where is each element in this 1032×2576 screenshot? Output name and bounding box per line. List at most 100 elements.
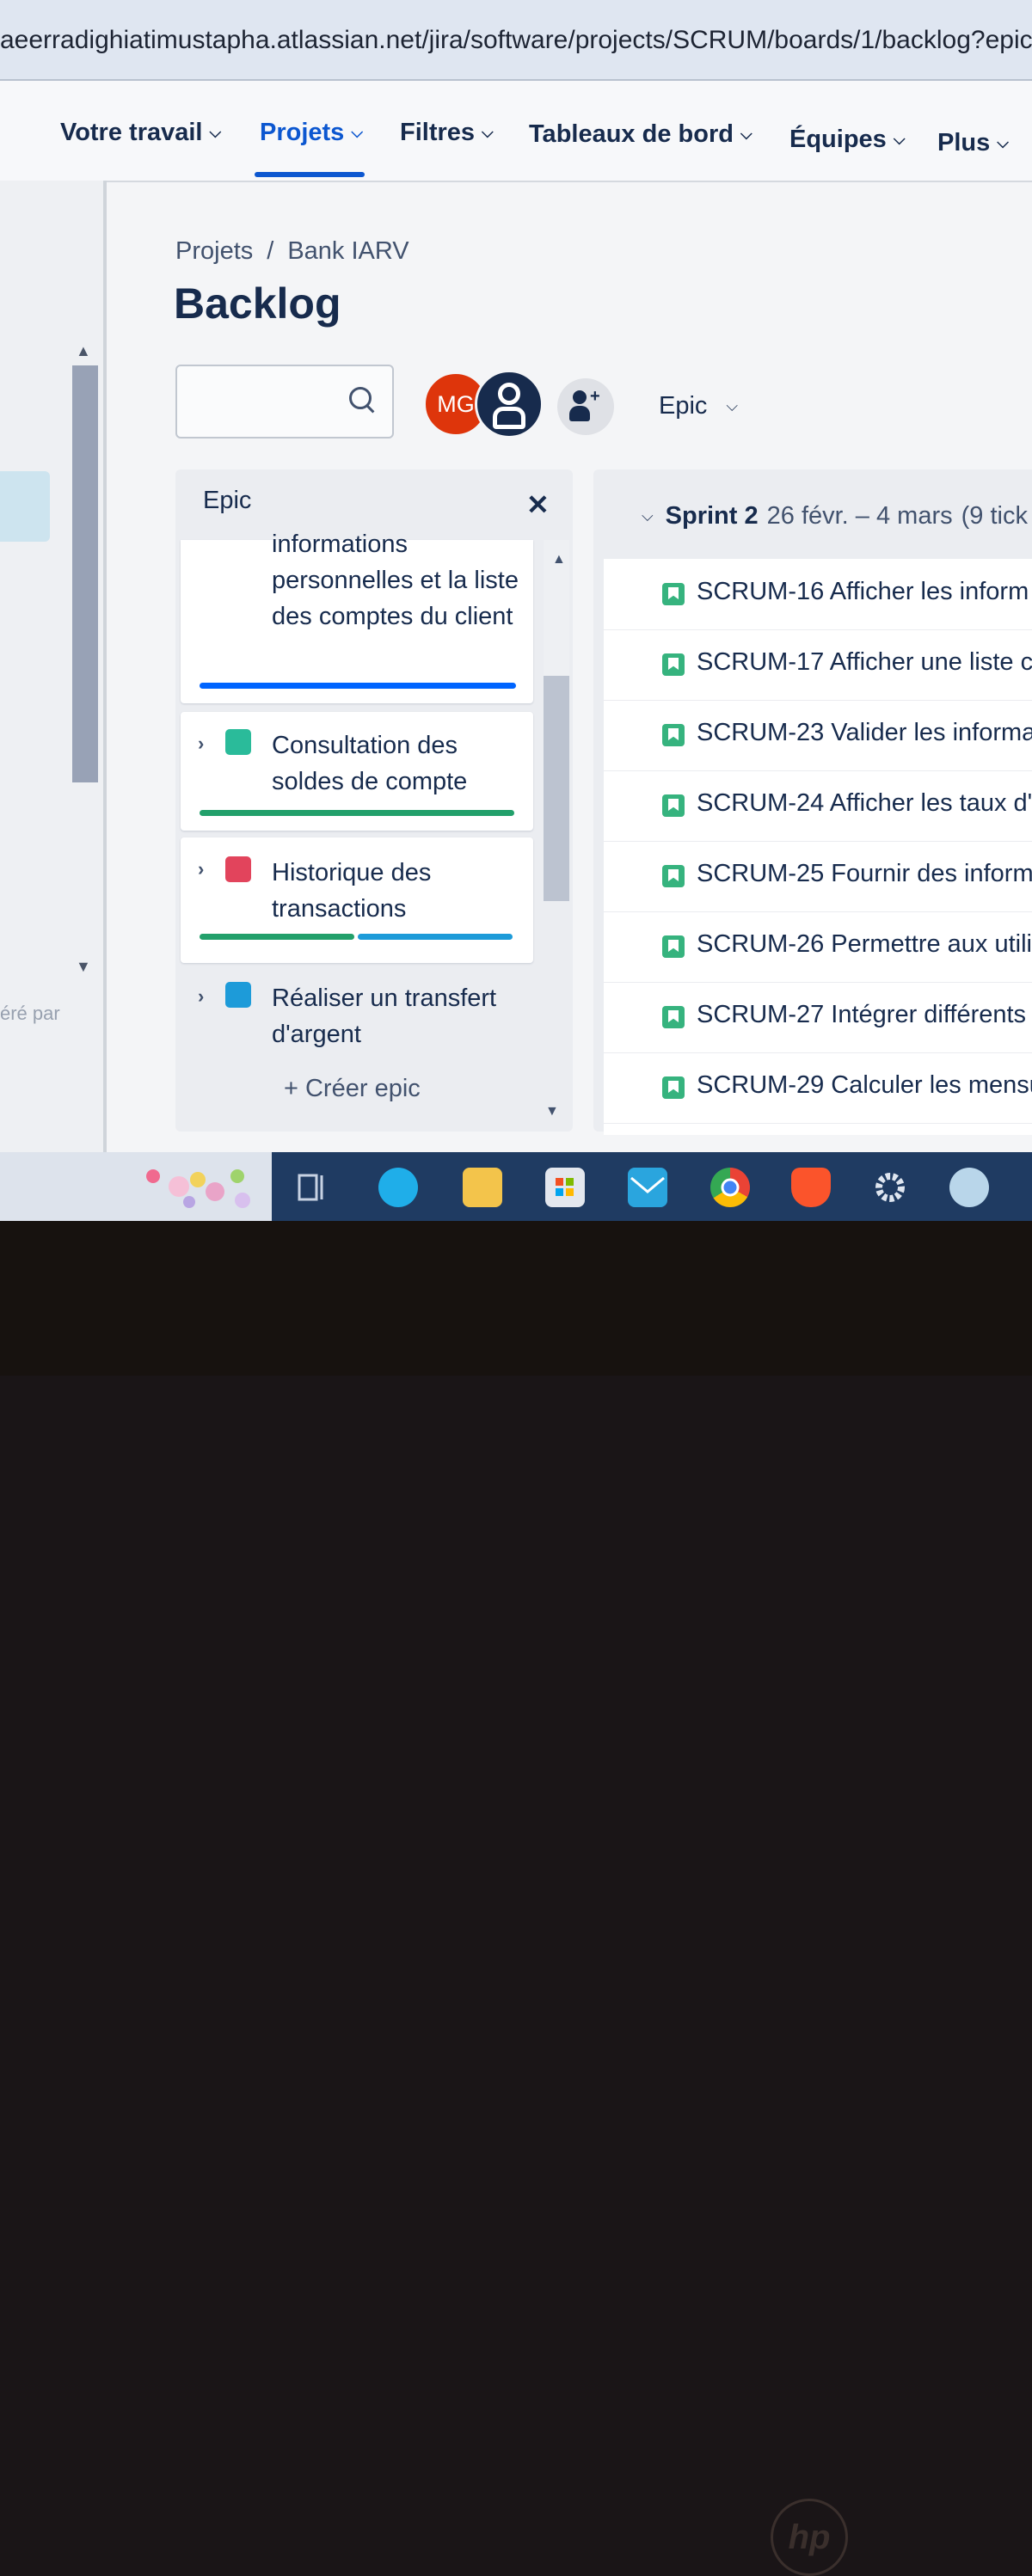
chevron-down-icon: ⌵ <box>209 124 222 141</box>
top-navigation: Votre travail ⌵ Projets ⌵ Filtres ⌵ Tableau… <box>0 81 1032 182</box>
epic-name: Consultation des soldes de compte <box>272 732 468 795</box>
search-input[interactable] <box>175 365 394 439</box>
issue-row[interactable]: SCRUM-25 Fournir des informa <box>604 841 1032 912</box>
issue-title: SCRUM-27 Intégrer différents f <box>697 1001 1032 1028</box>
story-icon <box>662 583 685 605</box>
nav-votre-travail[interactable]: Votre travail ⌵ <box>60 119 221 147</box>
epic-progress-in-progress <box>358 934 513 940</box>
epic-name: informations personnelles et la liste de… <box>272 531 519 630</box>
mail-icon[interactable] <box>628 1168 667 1207</box>
page-title: Backlog <box>174 279 341 328</box>
hp-logo: hp <box>771 2499 848 2576</box>
issue-title: SCRUM-23 Valider les informa <box>697 719 1032 746</box>
issue-title: SCRUM-17 Afficher une liste c <box>697 648 1032 676</box>
issue-row[interactable]: SCRUM-24 Afficher les taux d'i <box>604 770 1032 842</box>
search-icon <box>349 387 372 409</box>
chevron-down-icon: ⌵ <box>740 126 752 143</box>
media-icon[interactable] <box>949 1168 989 1207</box>
nav-label: Projets <box>260 119 345 146</box>
story-icon <box>662 653 685 676</box>
story-icon <box>662 1076 685 1099</box>
nav-projets[interactable]: Projets ⌵ <box>260 119 363 147</box>
expand-chevron-icon[interactable]: › <box>198 858 204 880</box>
scroll-down-arrow-icon[interactable]: ▼ <box>545 1104 559 1119</box>
issue-row[interactable]: SCRUM-26 Permettre aux utilis <box>604 911 1032 983</box>
breadcrumb-separator: / <box>267 237 274 265</box>
flower-wallpaper-icon <box>146 1169 250 1208</box>
chevron-down-icon[interactable]: ⌵ <box>642 507 654 525</box>
issue-title: SCRUM-16 Afficher les inform <box>697 578 1029 605</box>
nav-filtres[interactable]: Filtres ⌵ <box>400 119 494 147</box>
story-icon <box>662 865 685 887</box>
brave-icon[interactable] <box>791 1168 831 1207</box>
file-explorer-icon[interactable] <box>463 1168 502 1207</box>
expand-chevron-icon[interactable]: › <box>198 733 204 755</box>
epic-filter-dropdown[interactable]: Epic ⌵ <box>659 392 738 420</box>
settings-icon[interactable] <box>870 1168 910 1207</box>
story-icon <box>662 724 685 746</box>
epic-list-scroll-thumb[interactable] <box>544 676 569 901</box>
story-icon <box>662 1006 685 1028</box>
sidebar-selected-item[interactable] <box>0 471 50 542</box>
chevron-down-icon: ⌵ <box>351 124 363 141</box>
chevron-down-icon: ⌵ <box>997 134 1009 151</box>
nav-label: Filtres <box>400 119 476 146</box>
epic-filter-label: Epic <box>659 392 708 420</box>
create-epic-button[interactable]: + Créer epic <box>284 1075 421 1103</box>
chevron-down-icon: ⌵ <box>482 124 494 141</box>
sprint-issue-count: (9 tick <box>961 502 1028 530</box>
edge-icon[interactable] <box>378 1168 418 1207</box>
add-people-icon[interactable]: + <box>557 378 614 435</box>
breadcrumb-projects-link[interactable]: Projets <box>175 237 253 265</box>
person-head <box>573 390 587 404</box>
epic-name: Historique des transactions <box>272 859 432 923</box>
sprint-header[interactable]: ⌵ Sprint 2 26 févr. – 4 mars (9 tick <box>642 502 1028 531</box>
url-text[interactable]: aeerradighiatimustapha.atlassian.net/jir… <box>0 26 1032 55</box>
scroll-up-arrow-icon[interactable]: ▲ <box>552 552 566 567</box>
chrome-icon[interactable] <box>710 1168 750 1207</box>
nav-equipes[interactable]: Équipes ⌵ <box>789 126 905 154</box>
epic-progress-bar <box>200 683 516 689</box>
epic-color-swatch <box>225 856 251 882</box>
epic-progress-done <box>200 934 354 940</box>
browser-address-bar[interactable]: aeerradighiatimustapha.atlassian.net/jir… <box>0 0 1032 81</box>
issue-row[interactable]: SCRUM-23 Valider les informa <box>604 700 1032 771</box>
plus-icon: + <box>590 387 600 406</box>
user-icon-body <box>493 407 525 429</box>
sprint-issue-list: SCRUM-16 Afficher les inform SCRUM-17 Af… <box>604 559 1032 1135</box>
story-icon <box>662 935 685 958</box>
active-tab-indicator <box>255 172 365 177</box>
task-view-icon[interactable] <box>292 1168 332 1207</box>
scroll-up-arrow-icon[interactable]: ▲ <box>76 342 91 360</box>
issue-row[interactable]: SCRUM-27 Intégrer différents f <box>604 982 1032 1053</box>
chevron-down-icon: ⌵ <box>726 397 739 414</box>
issue-row[interactable]: SCRUM-29 Calculer les mensual <box>604 1052 1032 1124</box>
story-icon <box>662 794 685 817</box>
epic-color-swatch <box>225 982 251 1008</box>
expand-chevron-icon[interactable]: › <box>198 985 204 1008</box>
nav-plus[interactable]: Plus ⌵ <box>937 129 1009 157</box>
screen: aeerradighiatimustapha.atlassian.net/jir… <box>0 0 1032 1221</box>
nav-label: Plus <box>937 129 991 156</box>
epic-color-swatch <box>225 729 251 755</box>
person-body <box>569 406 590 421</box>
nav-label: Votre travail <box>60 119 203 146</box>
sidebar-scrollbar[interactable] <box>72 365 98 782</box>
epic-progress-bar <box>200 810 514 816</box>
chevron-down-icon: ⌵ <box>893 131 906 148</box>
avatar-user-icon[interactable] <box>475 370 544 439</box>
issue-title: SCRUM-26 Permettre aux utilis <box>697 930 1032 958</box>
nav-tableaux-de-bord[interactable]: Tableaux de bord ⌵ <box>529 120 752 149</box>
issue-row[interactable]: SCRUM-17 Afficher une liste c <box>604 629 1032 701</box>
sprint-name: Sprint 2 <box>665 502 759 530</box>
scroll-down-arrow-icon[interactable]: ▼ <box>76 958 91 976</box>
breadcrumb-project-link[interactable]: Bank IARV <box>287 237 408 265</box>
epic-name: Réaliser un transfert d'argent <box>272 984 497 1048</box>
close-icon[interactable]: ✕ <box>526 488 550 521</box>
store-icon[interactable] <box>545 1168 585 1207</box>
sprint-dates: 26 févr. – 4 mars <box>766 502 953 530</box>
nav-label: Tableaux de bord <box>529 120 734 148</box>
nav-label: Équipes <box>789 126 887 153</box>
issue-row[interactable]: SCRUM-16 Afficher les inform <box>604 559 1032 630</box>
issue-title: SCRUM-25 Fournir des informa <box>697 860 1032 887</box>
